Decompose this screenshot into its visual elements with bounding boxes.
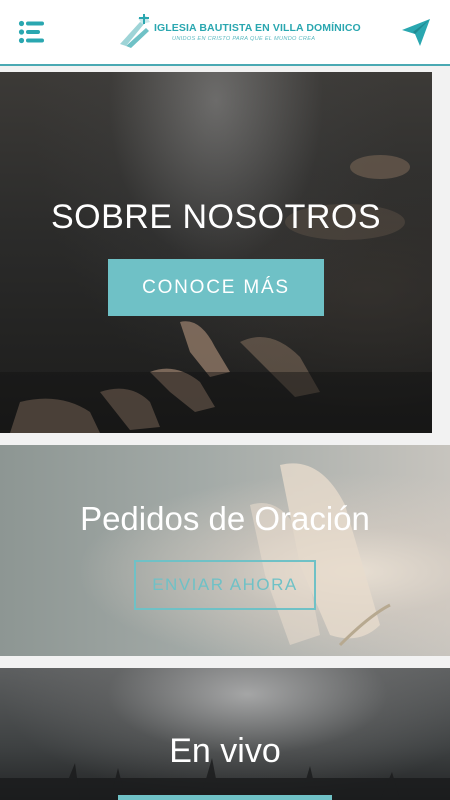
logo-subtitle: UNIDOS EN CRISTO PARA QUE EL MUNDO CREA	[172, 36, 316, 42]
about-title: SOBRE NOSOTROS	[50, 198, 382, 236]
send-now-button[interactable]: ENVIAR AHORA	[134, 560, 316, 610]
worship-hands-image	[0, 155, 432, 433]
logo-title: IGLESIA BAUTISTA EN VILLA DOMÍNICO	[154, 22, 361, 34]
live-title: En vivo	[169, 732, 281, 770]
learn-more-button[interactable]: CONOCE MÁS	[108, 259, 324, 316]
prayer-requests-card[interactable]: Pedidos de Oración ENVIAR AHORA	[0, 445, 450, 656]
app-header: IGLESIA BAUTISTA EN VILLA DOMÍNICO UNIDO…	[0, 0, 450, 66]
paper-plane-icon[interactable]	[400, 16, 432, 48]
prayer-title: Pedidos de Oración	[80, 500, 370, 537]
live-button[interactable]	[118, 795, 332, 800]
live-card[interactable]: En vivo	[0, 668, 450, 800]
church-logo: IGLESIA BAUTISTA EN VILLA DOMÍNICO UNIDO…	[116, 14, 361, 54]
about-us-card[interactable]: SOBRE NOSOTROS CONOCE MÁS	[0, 72, 432, 433]
praying-hands-image	[250, 463, 391, 647]
dove-logo-icon	[120, 14, 150, 48]
menu-icon[interactable]	[18, 20, 46, 44]
